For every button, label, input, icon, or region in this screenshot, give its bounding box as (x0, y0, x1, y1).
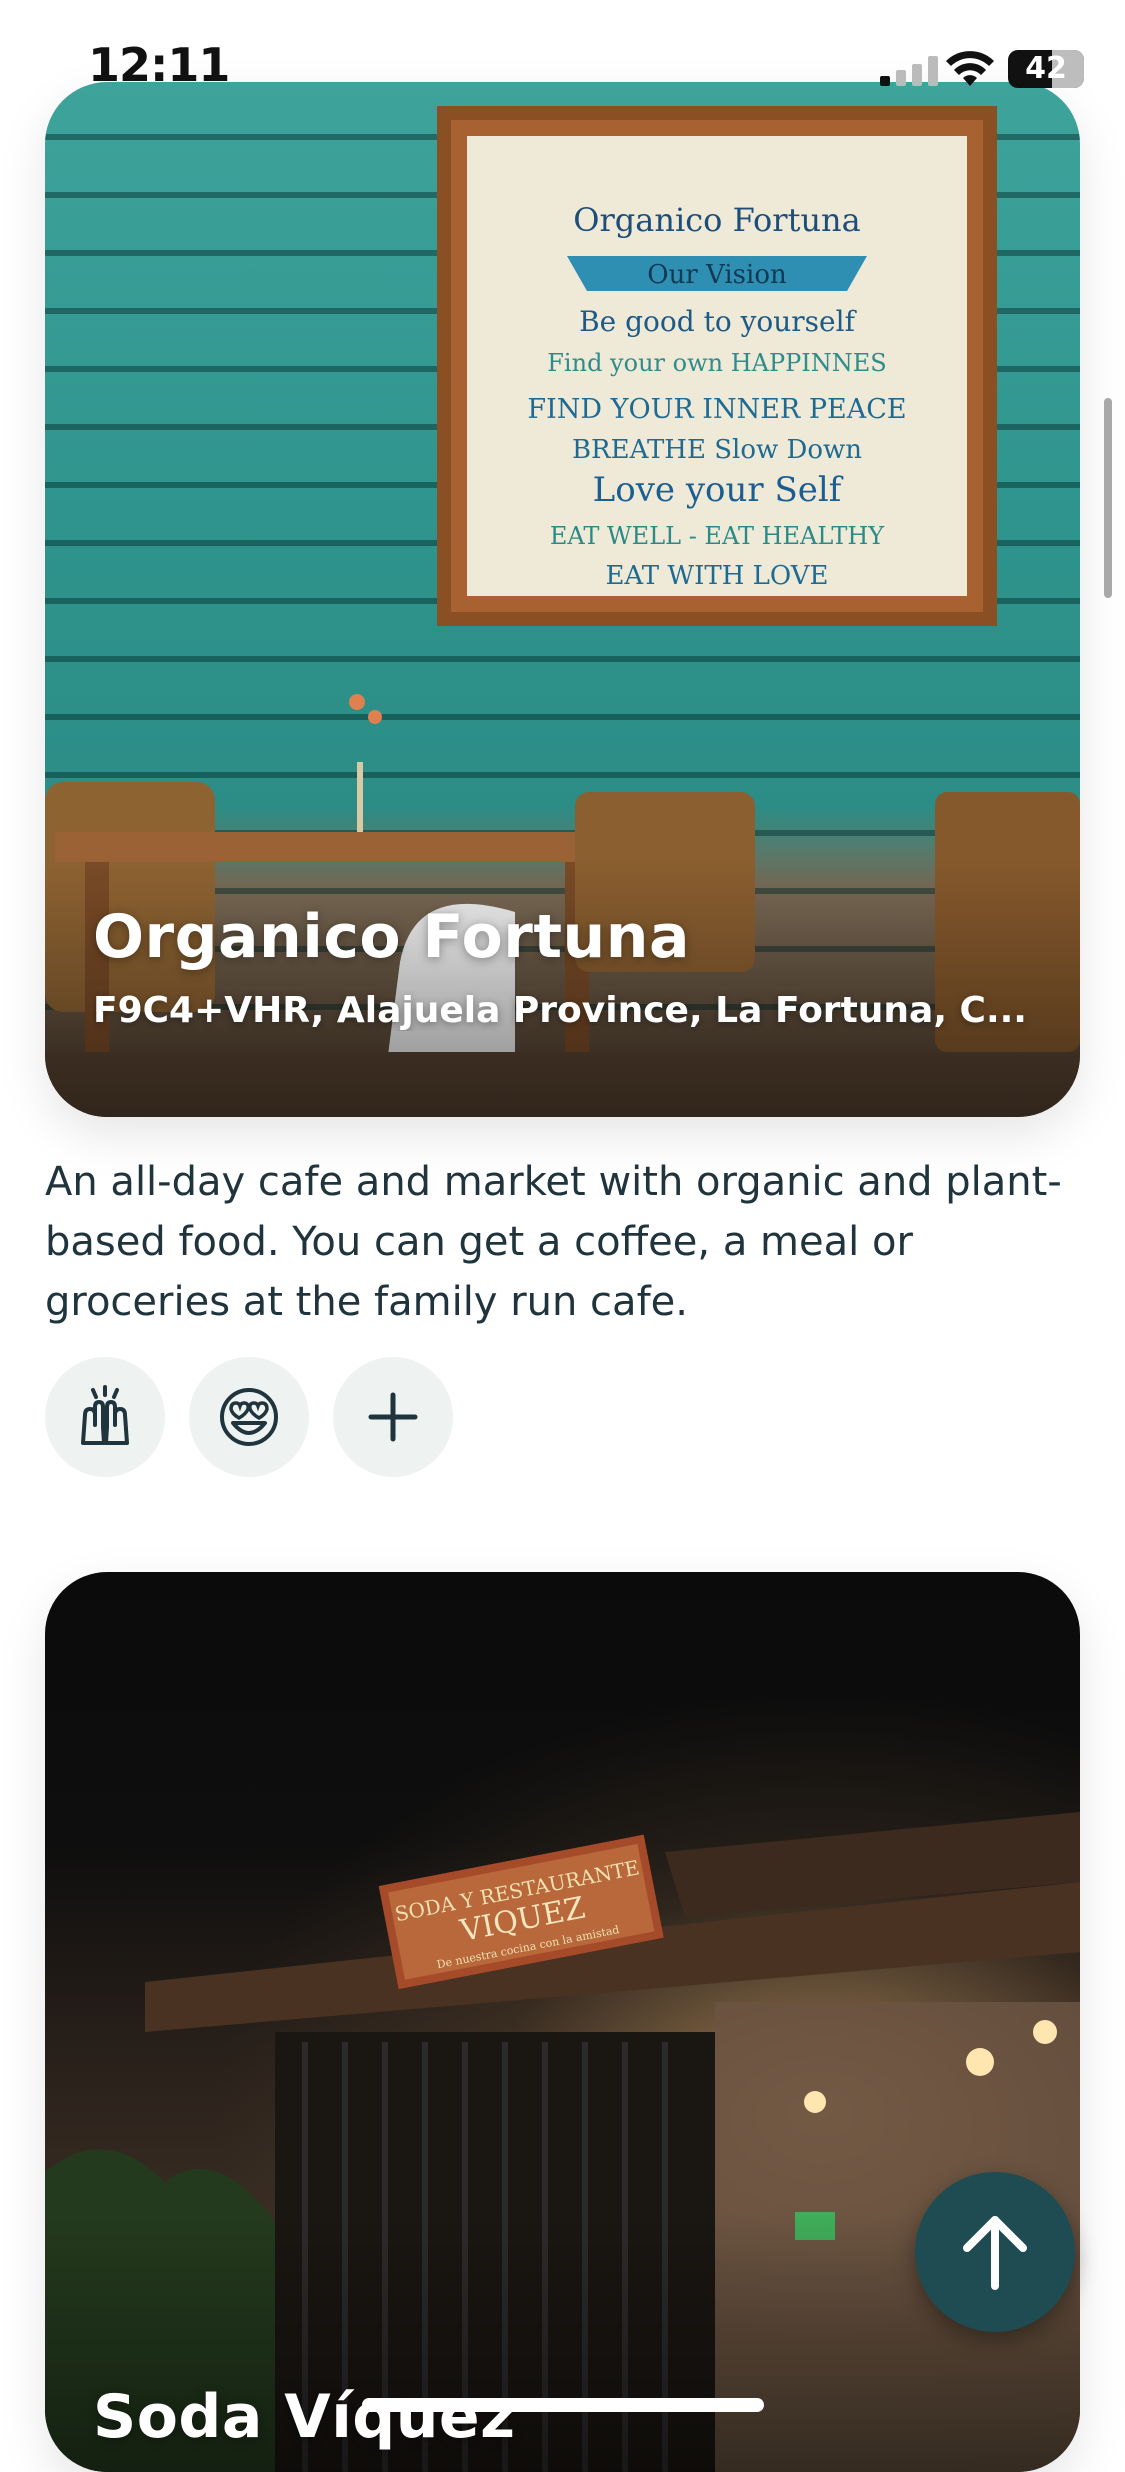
svg-text:Our Vision: Our Vision (647, 260, 787, 290)
place-address: F9C4+VHR, Alajuela Province, La Fortuna,… (93, 990, 1027, 1031)
svg-text:BREATHE Slow Down: BREATHE Slow Down (572, 435, 862, 465)
svg-text:FIND YOUR INNER PEACE: FIND YOUR INNER PEACE (527, 394, 906, 425)
place-card-soda-viquez[interactable]: SODA Y RESTAURANTE VIQUEZ De nuestra coc… (45, 1572, 1080, 2472)
reaction-bar (45, 1357, 453, 1477)
add-reaction-button[interactable] (333, 1357, 453, 1477)
place-description: An all-day cafe and market with organic … (45, 1159, 1062, 1325)
vision-sign-board: Organico Fortuna Our Vision Be good to y… (437, 106, 997, 626)
raised-hands-icon (81, 1385, 129, 1445)
arrow-up-icon (963, 2216, 1027, 2290)
scroll-to-top-button[interactable] (915, 2172, 1075, 2332)
svg-text:Organico Fortuna: Organico Fortuna (573, 201, 860, 239)
svg-text:EAT WITH LOVE: EAT WITH LOVE (605, 561, 828, 591)
heart-eyes-icon (220, 1388, 278, 1446)
place-name: Organico Fortuna (93, 902, 690, 972)
home-indicator[interactable] (362, 2398, 764, 2412)
scroll-indicator[interactable] (1104, 398, 1112, 598)
card-gradient (45, 857, 1080, 1117)
svg-text:EAT WELL - EAT HEALTHY: EAT WELL - EAT HEALTHY (550, 522, 885, 550)
raised-hands-reaction-button[interactable] (45, 1357, 165, 1477)
heart-eyes-reaction-button[interactable] (189, 1357, 309, 1477)
place-name: Soda Víquez (93, 2382, 516, 2452)
svg-text:Love your Self: Love your Self (593, 470, 844, 510)
svg-text:Find your own HAPPINNES: Find your own HAPPINNES (547, 349, 886, 377)
plus-icon (368, 1392, 418, 1442)
place-card-organico-fortuna[interactable]: Organico Fortuna Our Vision Be good to y… (45, 82, 1080, 1117)
svg-text:Be good to yourself: Be good to yourself (579, 305, 858, 338)
